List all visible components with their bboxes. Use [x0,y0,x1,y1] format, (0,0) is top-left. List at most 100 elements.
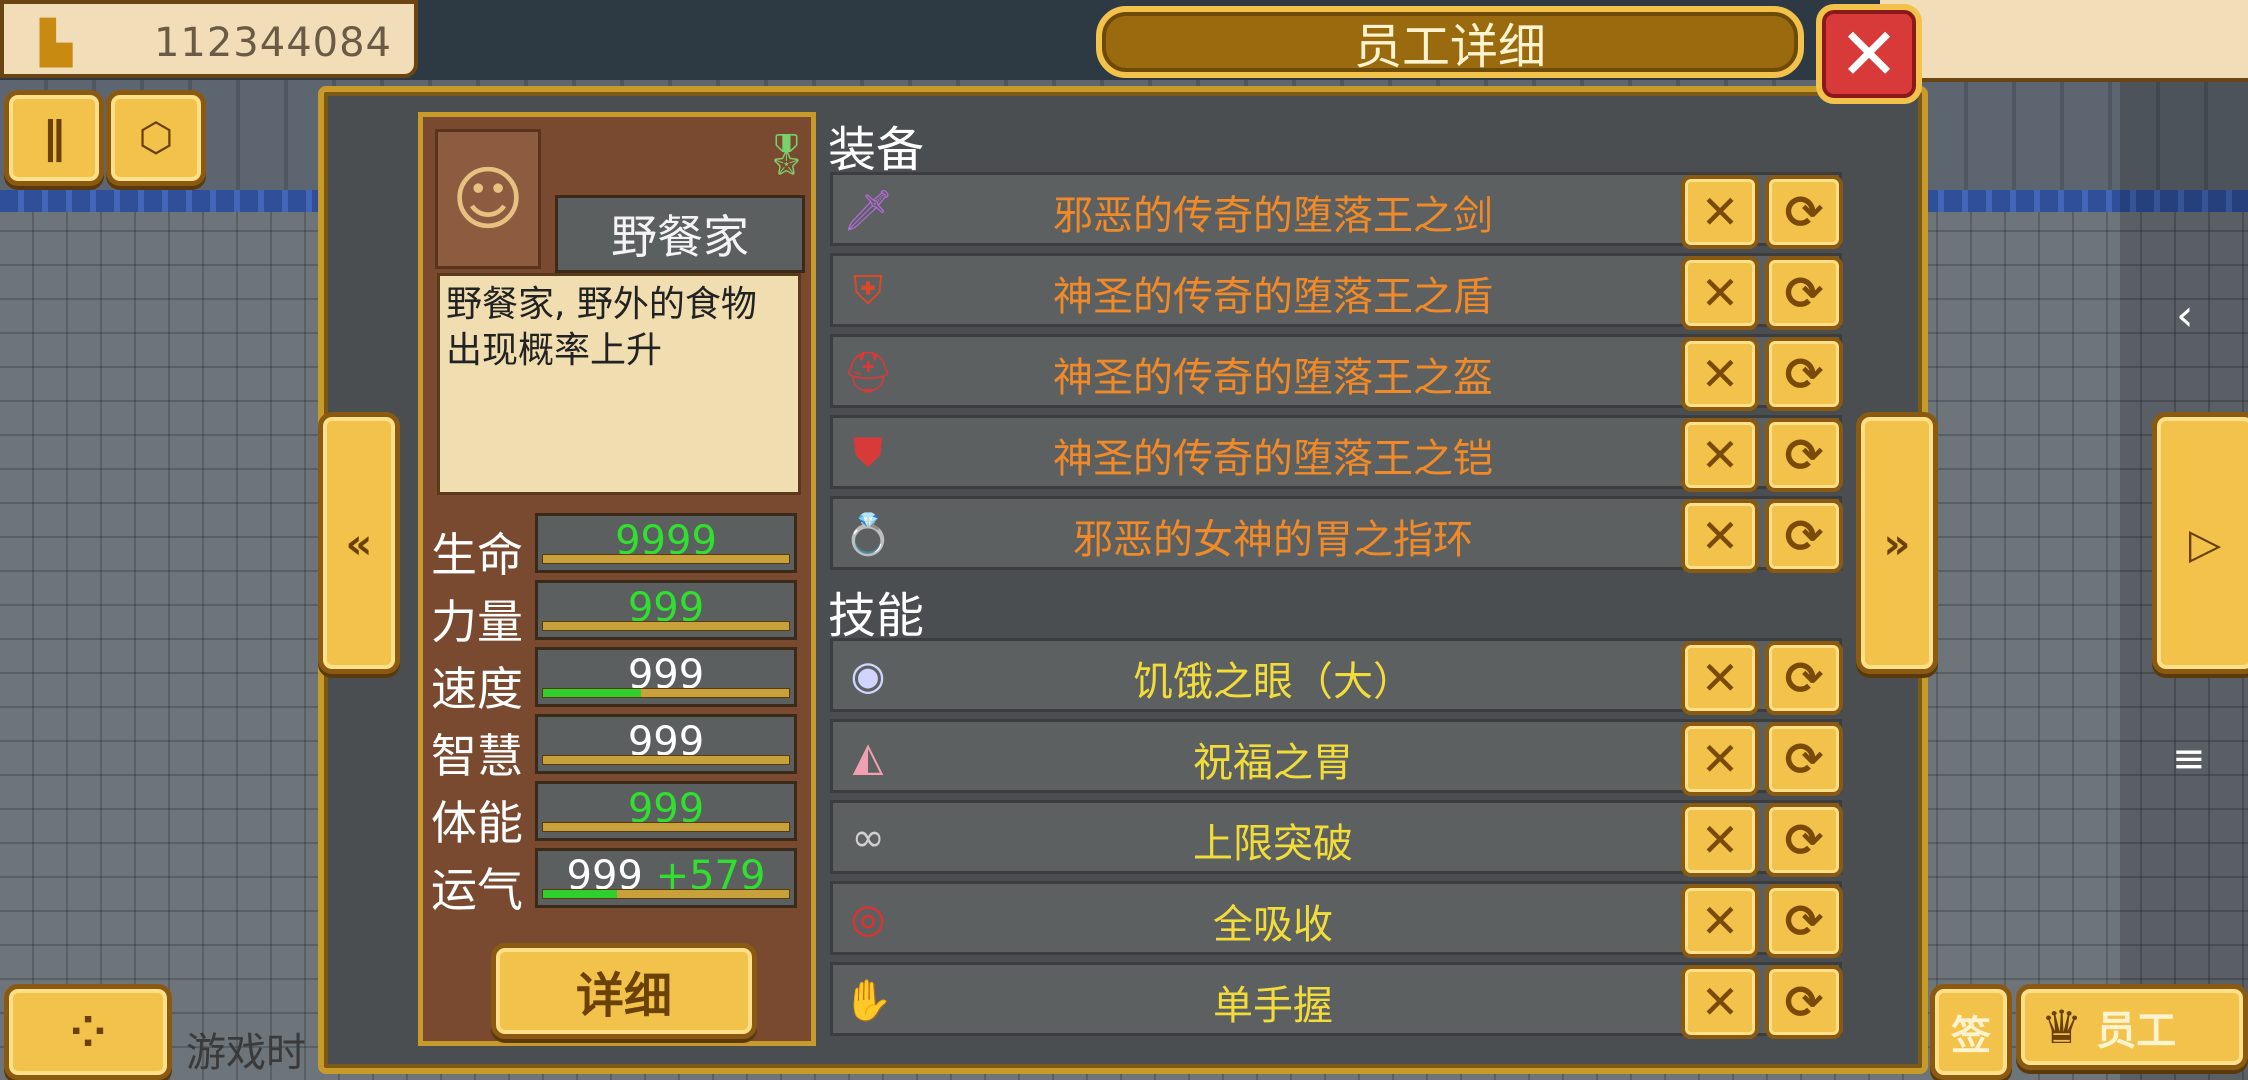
skills-row[interactable]: ✋ 单手握 ✕ ⟳ [830,962,1843,1039]
nav-menu-icon[interactable]: ≡ [2172,736,2206,782]
top-right-bar [1880,0,2248,82]
stat-label: 速度 [431,662,523,716]
dice-icon: ⁘ [69,1006,107,1058]
remove-button[interactable]: ✕ [1681,884,1759,958]
remove-icon: ✕ [1700,347,1740,401]
remove-button[interactable]: ✕ [1681,418,1759,492]
remove-icon: ✕ [1700,894,1740,948]
swap-button[interactable]: ⟳ [1765,499,1843,573]
equipment-row[interactable]: 🗡 邪恶的传奇的堕落王之剑 ✕ ⟳ [830,172,1843,249]
stat-row: 运气 999 +579 [423,848,813,917]
remove-button[interactable]: ✕ [1681,175,1759,249]
next-employee-button[interactable]: » [1856,412,1938,674]
remove-button[interactable]: ✕ [1681,965,1759,1039]
swap-button[interactable]: ⟳ [1765,418,1843,492]
equipment-name: 邪恶的女神的胃之指环 [1073,517,1473,563]
stat-bar [542,889,790,899]
stat-row: 力量 999 [423,580,813,649]
swap-icon: ⟳ [1784,509,1824,563]
swap-button[interactable]: ⟳ [1765,337,1843,411]
helmet-icon: ⛑ [842,349,894,396]
equipment-row[interactable]: 💍 邪恶的女神的胃之指环 ✕ ⟳ [830,496,1843,573]
remove-button[interactable]: ✕ [1681,641,1759,715]
staff-button[interactable]: ♛ 员工 [2016,984,2248,1070]
map-button[interactable]: ⬡ [106,90,206,186]
shield-icon: ⛨ [853,268,883,314]
swap-button[interactable]: ⟳ [1765,965,1843,1039]
swap-button[interactable]: ⟳ [1765,803,1843,877]
prev-employee-button[interactable]: « [318,412,400,674]
stat-row: 智慧 999 [423,714,813,783]
pause-icon: ∥ [43,112,65,164]
swap-icon: ⟳ [1784,894,1824,948]
stat-label: 生命 [431,528,523,582]
remove-icon: ✕ [1700,732,1740,786]
eye-icon: ◉ [850,653,886,699]
chain-icon: ∞ [851,815,885,861]
remove-icon: ✕ [1700,813,1740,867]
stat-label: 力量 [431,595,523,649]
swap-icon: ⟳ [1784,185,1824,239]
stat-row: 体能 999 [423,781,813,850]
stat-row: 速度 999 [423,647,813,716]
medal-icon: 🎖 [761,132,812,178]
staff-button-label: 员工 [2096,1008,2177,1054]
pause-button[interactable]: ∥ [4,90,104,186]
equipment-name: 神圣的传奇的堕落王之盔 [1053,355,1493,401]
double-right-arrow-icon: » [1883,518,1911,568]
swap-icon: ⟳ [1784,428,1824,482]
swap-button[interactable]: ⟳ [1765,884,1843,958]
swap-icon: ⟳ [1784,732,1824,786]
skills-title: 技能 [828,588,925,644]
swap-button[interactable]: ⟳ [1765,256,1843,330]
close-icon: ✕ [1838,12,1900,96]
pie-icon: ◭ [852,734,884,780]
remove-button[interactable]: ✕ [1681,803,1759,877]
absorb-icon: ◎ [850,896,886,942]
stat-bar [542,822,790,832]
swap-button[interactable]: ⟳ [1765,175,1843,249]
nav-back-icon[interactable]: ‹ [2176,290,2194,341]
detail-button[interactable]: 详细 [491,943,757,1039]
remove-icon: ✕ [1700,509,1740,563]
stat-row: 生命 9999 [423,513,813,582]
stat-bar [542,755,790,765]
skills-name: 上限突破 [1193,821,1353,867]
stat-bar [542,688,790,698]
remove-button[interactable]: ✕ [1681,722,1759,796]
equipment-row[interactable]: ⛊ 神圣的传奇的堕落王之铠 ✕ ⟳ [830,415,1843,492]
swap-icon: ⟳ [1784,975,1824,1029]
remove-icon: ✕ [1700,185,1740,239]
armor-icon: ⛊ [853,430,883,476]
equipment-name: 邪恶的传奇的堕落王之剑 [1053,193,1493,239]
swap-button[interactable]: ⟳ [1765,641,1843,715]
right-side-button[interactable]: ▷ [2152,412,2248,674]
remove-icon: ✕ [1700,975,1740,1029]
skills-row[interactable]: ∞ 上限突破 ✕ ⟳ [830,800,1843,877]
equipment-row[interactable]: ⛑ 神圣的传奇的堕落王之盔 ✕ ⟳ [830,334,1843,411]
swap-button[interactable]: ⟳ [1765,722,1843,796]
stat-label: 体能 [431,796,523,850]
skills-name: 饥饿之眼（大） [1133,659,1413,705]
skills-row[interactable]: ◭ 祝福之胃 ✕ ⟳ [830,719,1843,796]
stat-bar [542,554,790,564]
remove-button[interactable]: ✕ [1681,499,1759,573]
swap-icon: ⟳ [1784,266,1824,320]
close-button[interactable]: ✕ [1816,4,1922,104]
remove-button[interactable]: ✕ [1681,337,1759,411]
partial-button[interactable]: 签 [1930,984,2012,1080]
stat-bar-fill [543,689,642,697]
skills-name: 全吸收 [1213,902,1333,948]
stat-value-box: 999 [535,714,797,774]
stat-label: 运气 [431,863,523,917]
remove-icon: ✕ [1700,651,1740,705]
building-icon: ▙ [40,18,73,67]
equipment-name: 神圣的传奇的堕落王之盾 [1053,274,1493,320]
dice-button[interactable]: ⁘ [4,984,172,1080]
remove-button[interactable]: ✕ [1681,256,1759,330]
character-portrait: ☺ [435,129,541,269]
skills-row[interactable]: ◉ 饥饿之眼（大） ✕ ⟳ [830,638,1843,715]
double-right-arrow-icon: ▷ [2188,518,2222,568]
skills-row[interactable]: ◎ 全吸收 ✕ ⟳ [830,881,1843,958]
equipment-row[interactable]: ⛨ 神圣的传奇的堕落王之盾 ✕ ⟳ [830,253,1843,330]
